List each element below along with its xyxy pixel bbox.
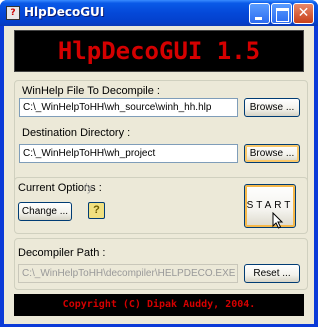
copyright-banner: Copyright (C) Dipak Auddy, 2004. [14, 294, 304, 316]
browse-winhelp-button[interactable]: Browse ... [244, 98, 300, 117]
winhelp-file-label: WinHelp File To Decompile : [22, 85, 160, 97]
destination-label: Destination Directory : [22, 127, 131, 139]
current-options-value: /y [84, 182, 93, 194]
winhelp-file-field[interactable]: C:\_WinHelpToHH\wh_source\winh_hh.hlp [19, 98, 238, 117]
decompiler-path-field: C:\_WinHelpToHH\decompiler\HELPDECO.EXE [18, 264, 238, 283]
destination-field[interactable]: C:\_WinHelpToHH\wh_project [19, 144, 238, 163]
title-bar[interactable]: ? HlpDecoGUI ✕ [0, 0, 318, 26]
minimize-icon[interactable] [249, 3, 270, 24]
maximize-icon[interactable] [271, 3, 292, 24]
close-icon[interactable]: ✕ [293, 3, 314, 24]
change-options-button[interactable]: Change ... [18, 202, 72, 221]
mouse-cursor-icon [272, 212, 284, 229]
browse-destination-button[interactable]: Browse ... [244, 144, 300, 163]
window-title: HlpDecoGUI [24, 5, 105, 19]
app-banner: HlpDecoGUI 1.5 [14, 30, 304, 72]
decompiler-path-label: Decompiler Path : [18, 247, 106, 259]
help-decompiler-icon: ? [6, 6, 20, 20]
client-area: HlpDecoGUI 1.5 WinHelp File To Decompile… [4, 26, 314, 324]
app-window: ? HlpDecoGUI ✕ HlpDecoGUI 1.5 WinHelp Fi… [0, 0, 318, 327]
help-icon[interactable]: ? [88, 202, 105, 219]
reset-button[interactable]: Reset ... [244, 264, 300, 283]
start-button[interactable]: START [244, 184, 296, 228]
